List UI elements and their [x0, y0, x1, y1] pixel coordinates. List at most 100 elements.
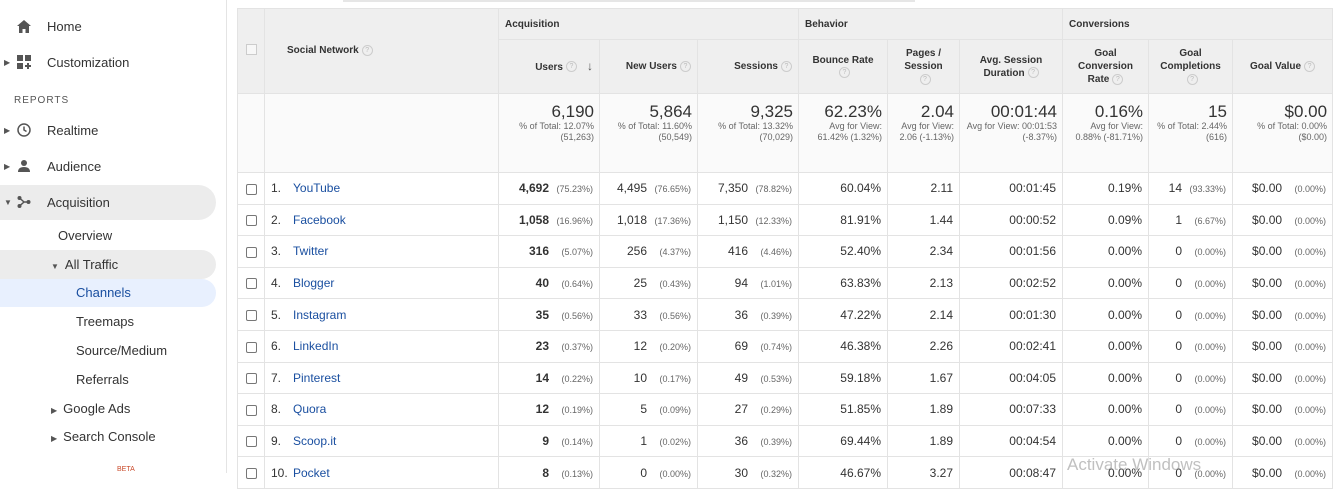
row-index: 2. — [271, 212, 282, 227]
row-pages: 1.89 — [887, 393, 960, 426]
nav-overview[interactable]: Overview — [58, 228, 112, 243]
nav-acquisition[interactable]: ▼ Acquisition — [0, 185, 226, 219]
network-link[interactable]: Pinterest — [293, 371, 340, 385]
network-link[interactable]: Quora — [293, 402, 326, 416]
sort-down-arrow-icon[interactable]: ↓ — [587, 59, 593, 73]
col-bounce-rate[interactable]: Bounce Rate? — [798, 39, 888, 94]
caret-down-icon: ▼ — [4, 197, 12, 207]
nav-all-traffic[interactable]: ▼ All Traffic — [51, 257, 118, 272]
col-goal-completions[interactable]: Goal Completions? — [1148, 39, 1234, 94]
users-value: 12 — [535, 402, 549, 417]
caret-right-icon: ▶ — [4, 125, 11, 135]
row-checkbox[interactable] — [237, 393, 265, 426]
row-goal-value: $0.00 (0.00%) — [1232, 203, 1334, 237]
row-checkbox[interactable] — [237, 298, 265, 331]
col-pages-session-label-2: Session — [904, 61, 943, 72]
goal-comp-pct: (0.00%) — [1194, 247, 1227, 258]
checkbox-icon — [245, 215, 257, 227]
new-users-value: 12 — [633, 339, 647, 354]
row-duration: 00:04:05 — [958, 361, 1064, 395]
row-goal-value: $0.00 (0.00%) — [1232, 266, 1334, 300]
new-users-value: 10 — [633, 370, 647, 385]
total-new-users-value: 5,864 — [649, 102, 692, 121]
col-goal-conversion-rate[interactable]: Goal Conversion Rate? — [1062, 39, 1150, 94]
network-link[interactable]: Instagram — [293, 308, 346, 322]
row-checkbox[interactable] — [237, 172, 265, 205]
col-pages-session-label-1: Pages / — [905, 48, 942, 59]
new-users-value: 256 — [626, 244, 647, 259]
checkbox-icon — [245, 373, 257, 385]
row-checkbox[interactable] — [237, 329, 265, 363]
goal-value-value: $0.00 — [1252, 244, 1283, 259]
row-network: 7. Pinterest — [264, 361, 499, 395]
goal-comp-pct: (0.00%) — [1194, 437, 1227, 448]
total-pages-value: 2.04 — [920, 102, 954, 121]
checkbox-icon — [245, 404, 257, 416]
network-link[interactable]: Twitter — [293, 244, 328, 258]
network-link[interactable]: Blogger — [293, 276, 334, 290]
help-icon[interactable]: ? — [1112, 73, 1124, 85]
sessions-pct: (0.29%) — [760, 405, 792, 416]
nav-all-traffic-label: All Traffic — [64, 257, 119, 272]
nav-referrals[interactable]: Referrals — [76, 372, 129, 387]
nav-source-medium[interactable]: Source/Medium — [76, 343, 167, 358]
help-icon[interactable]: ? — [839, 67, 850, 79]
col-sessions[interactable]: Sessions? — [697, 39, 799, 94]
network-link[interactable]: LinkedIn — [293, 339, 338, 353]
goal-value-pct: (0.00%) — [1294, 310, 1327, 321]
row-index: 4. — [271, 276, 282, 291]
row-sessions: 27 (0.29%) — [697, 393, 799, 426]
select-all-checkbox[interactable] — [237, 8, 265, 94]
row-checkbox[interactable] — [237, 266, 265, 300]
goal-value-pct: (0.00%) — [1294, 184, 1327, 195]
dashboard-grid-icon — [16, 54, 32, 70]
row-sessions: 94 (1.01%) — [697, 266, 799, 300]
network-link[interactable]: Scoop.it — [293, 434, 336, 448]
row-users: 23 (0.37%) — [498, 329, 600, 363]
checkbox-icon — [245, 44, 257, 55]
row-goal-rate: 0.00% — [1062, 424, 1150, 458]
network-link[interactable]: YouTube — [293, 181, 340, 195]
total-pages: 2.04 Avg for View: 2.06 (-1.13%) — [887, 93, 960, 173]
help-icon[interactable]: ? — [680, 60, 691, 72]
col-goal-value[interactable]: Goal Value? — [1232, 39, 1334, 94]
row-users: 14 (0.22%) — [498, 361, 600, 395]
col-users[interactable]: Users? ↓ — [498, 39, 600, 94]
sessions-value: 1,150 — [717, 212, 748, 227]
row-checkbox[interactable] — [237, 203, 265, 237]
nav-channels[interactable]: Channels — [76, 285, 131, 300]
nav-home[interactable]: Home — [0, 9, 226, 43]
help-icon[interactable]: ? — [1304, 60, 1316, 72]
help-icon[interactable]: ? — [361, 45, 373, 57]
help-icon[interactable]: ? — [919, 73, 931, 85]
col-avg-duration[interactable]: Avg. Session Duration? — [958, 39, 1064, 94]
row-goal-comp: 0 (0.00%) — [1148, 298, 1234, 331]
row-checkbox[interactable] — [237, 235, 265, 268]
nav-treemaps[interactable]: Treemaps — [76, 314, 134, 329]
help-icon[interactable]: ? — [1186, 73, 1198, 85]
total-duration-value: 00:01:44 — [990, 102, 1058, 121]
total-pages-sub: Avg for View: 2.06 (-1.13%) — [899, 121, 954, 142]
users-value: 316 — [528, 244, 549, 259]
row-checkbox[interactable] — [237, 361, 265, 395]
goal-value-pct: (0.00%) — [1294, 468, 1327, 479]
nav-search-console[interactable]: ▶ Search Console — [51, 429, 156, 444]
help-icon[interactable]: ? — [566, 61, 577, 73]
col-social-network[interactable]: Social Network? — [264, 8, 499, 94]
row-sessions: 69 (0.74%) — [697, 329, 799, 363]
new-users-value: 4,495 — [616, 181, 647, 196]
network-link[interactable]: Facebook — [293, 213, 346, 227]
nav-realtime[interactable]: ▶ Realtime — [0, 113, 226, 147]
row-checkbox[interactable] — [237, 424, 265, 458]
nav-google-ads[interactable]: ▶ Google Ads — [51, 401, 130, 416]
help-icon[interactable]: ? — [781, 60, 792, 72]
group-behavior: Behavior — [797, 8, 1064, 40]
col-pages-session[interactable]: Pages / Session? — [887, 39, 960, 94]
row-duration: 00:04:54 — [958, 424, 1064, 458]
nav-audience[interactable]: ▶ Audience — [0, 149, 226, 183]
help-icon[interactable]: ? — [1027, 67, 1039, 79]
col-new-users[interactable]: New Users? — [599, 39, 698, 94]
col-goal-rate-label-2: Conversion — [1078, 61, 1134, 72]
users-value: 9 — [542, 434, 549, 449]
nav-customization[interactable]: ▶ Customization — [0, 45, 226, 79]
